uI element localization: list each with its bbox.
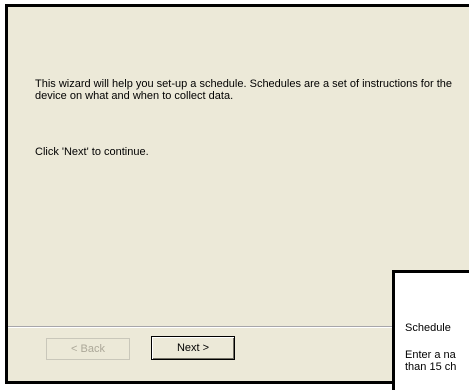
wizard-intro-text: This wizard will help you set-up a sched… bbox=[35, 78, 452, 102]
schedule-name-instructions: Enter a na than 15 ch bbox=[405, 349, 469, 373]
next-button[interactable]: Next > bbox=[151, 336, 235, 360]
schedule-label: Schedule bbox=[405, 322, 451, 334]
schedule-name-panel: Schedule Enter a na than 15 ch bbox=[392, 270, 469, 390]
instructions-line-1: Enter a na bbox=[405, 349, 456, 361]
instructions-line-2: than 15 ch bbox=[405, 361, 457, 373]
back-button[interactable]: < Back bbox=[46, 338, 130, 360]
wizard-continue-text: Click 'Next' to continue. bbox=[35, 146, 149, 158]
